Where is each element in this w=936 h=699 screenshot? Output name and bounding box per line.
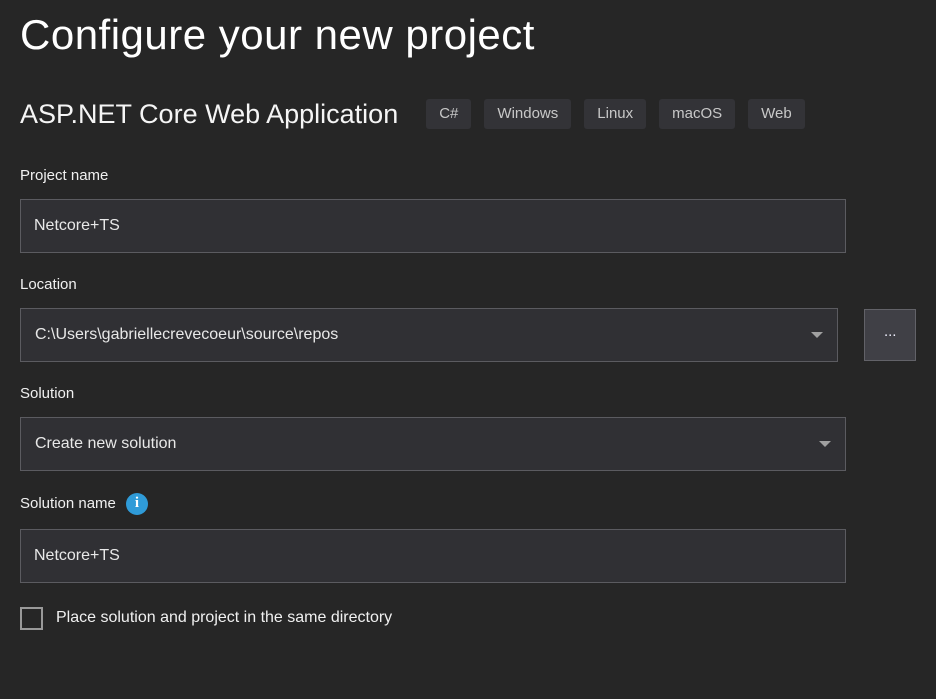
chevron-down-icon bbox=[819, 441, 831, 447]
solution-label: Solution bbox=[20, 385, 916, 402]
template-name: ASP.NET Core Web Application bbox=[20, 99, 398, 130]
tag-windows: Windows bbox=[484, 99, 571, 129]
solution-name-label: Solution name bbox=[20, 495, 116, 512]
same-directory-checkbox[interactable] bbox=[20, 607, 43, 630]
location-label: Location bbox=[20, 276, 916, 293]
location-value: C:\Users\gabriellecrevecoeur\source\repo… bbox=[35, 326, 338, 344]
chevron-down-icon bbox=[811, 332, 823, 338]
template-header: ASP.NET Core Web Application C# Windows … bbox=[20, 99, 916, 130]
solution-combobox[interactable]: Create new solution bbox=[20, 417, 846, 471]
tag-csharp: C# bbox=[426, 99, 471, 129]
tag-macos: macOS bbox=[659, 99, 735, 129]
solution-name-label-row: Solution name i bbox=[20, 493, 916, 515]
location-combobox[interactable]: C:\Users\gabriellecrevecoeur\source\repo… bbox=[20, 308, 838, 362]
same-directory-option[interactable]: Place solution and project in the same d… bbox=[20, 607, 916, 630]
browse-button[interactable]: ... bbox=[864, 309, 916, 361]
page-title: Configure your new project bbox=[20, 8, 916, 63]
info-icon[interactable]: i bbox=[126, 493, 148, 515]
solution-name-input[interactable] bbox=[20, 529, 846, 583]
template-tags: C# Windows Linux macOS Web bbox=[426, 99, 805, 129]
tag-web: Web bbox=[748, 99, 805, 129]
tag-linux: Linux bbox=[584, 99, 646, 129]
same-directory-checkbox-label: Place solution and project in the same d… bbox=[56, 609, 392, 627]
project-name-input[interactable] bbox=[20, 199, 846, 253]
solution-value: Create new solution bbox=[35, 435, 176, 453]
location-row: C:\Users\gabriellecrevecoeur\source\repo… bbox=[20, 308, 916, 362]
configure-project-dialog: Configure your new project ASP.NET Core … bbox=[0, 8, 936, 630]
project-name-label: Project name bbox=[20, 167, 916, 184]
